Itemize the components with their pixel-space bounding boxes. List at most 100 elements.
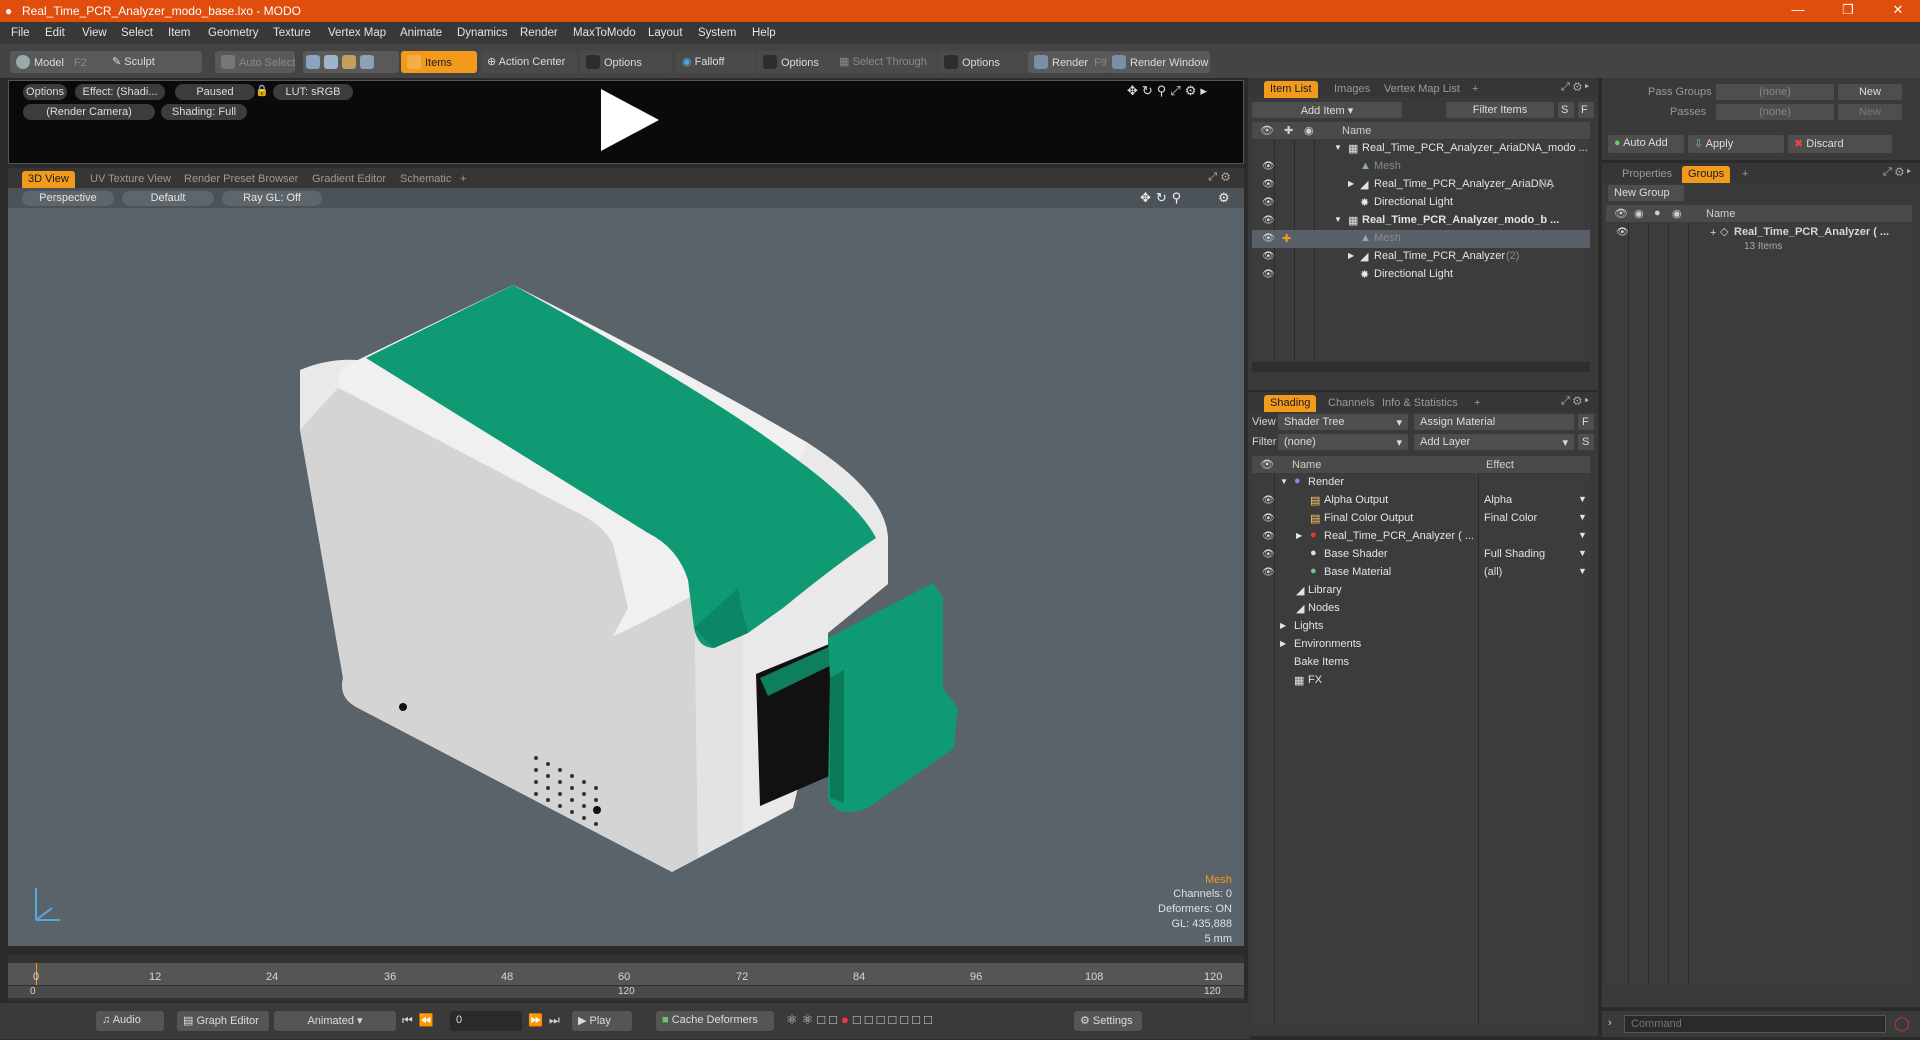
tab-item-list[interactable]: Item List	[1264, 81, 1318, 98]
preview-nav-icons[interactable]: ✥↻⚲⤢⚙▸	[1127, 83, 1211, 99]
list-item[interactable]: 👁 ▲ Mesh	[1252, 158, 1590, 176]
menu-view[interactable]: View	[82, 27, 107, 39]
tree-row[interactable]: Bake Items	[1252, 654, 1590, 672]
render-camera-dropdown[interactable]: (Render Camera)	[23, 104, 155, 120]
viewport-settings-icon[interactable]: ⚙	[1218, 190, 1230, 206]
menu-layout[interactable]: Layout	[648, 27, 683, 39]
add-layer-dropdown[interactable]: Add Layer ▾	[1414, 434, 1574, 450]
visibility-eye-icon[interactable]: 👁	[1262, 269, 1275, 280]
tree-row[interactable]: 👁 ▤ Final Color Output Final Color ▼	[1252, 510, 1590, 528]
lut-dropdown[interactable]: LUT: sRGB	[273, 84, 353, 100]
filter-toggle-button[interactable]: F	[1578, 102, 1594, 118]
new-group-button[interactable]: New Group	[1608, 185, 1684, 201]
effect-dropdown-arrow[interactable]: ▼	[1578, 566, 1587, 576]
tab-gradient-editor[interactable]: Gradient Editor	[306, 171, 392, 188]
panel-options-icon[interactable]: ⤢⚙▸	[1561, 81, 1592, 94]
visibility-eye-icon[interactable]: 👁	[1262, 215, 1275, 226]
name-column-header[interactable]: Name	[1292, 459, 1321, 471]
raygl-toggle[interactable]: Ray GL: Off	[222, 191, 322, 206]
tree-row[interactable]: ▦ FX	[1252, 672, 1590, 690]
list-item[interactable]: 👁 ▶ ◢ Real_Time_PCR_Analyzer_AriaDNA (2)	[1252, 176, 1590, 194]
tree-row[interactable]: 👁 ● Base Material (all) ▼	[1252, 564, 1590, 582]
panel-maximize-icon[interactable]: ⤢⚙	[1208, 171, 1234, 184]
expand-toggle[interactable]: ▶	[1348, 251, 1354, 260]
action-center-button[interactable]: ⊕ Action Center	[481, 51, 577, 73]
tab-shading[interactable]: Shading	[1264, 395, 1317, 412]
menu-dynamics[interactable]: Dynamics	[457, 27, 507, 39]
current-frame-input[interactable]: 0	[450, 1011, 522, 1031]
passes-dropdown[interactable]: (none)	[1716, 104, 1834, 120]
polygons-mode-icon[interactable]	[342, 55, 356, 69]
graph-editor-button[interactable]: ▤ Graph Editor	[177, 1011, 269, 1031]
visibility-eye-icon[interactable]: 👁	[1262, 495, 1275, 506]
visibility-eye-icon[interactable]: 👁	[1262, 233, 1275, 244]
visibility-eye-icon[interactable]: 👁	[1262, 513, 1275, 524]
settings-button[interactable]: ⚙ Settings	[1074, 1011, 1142, 1031]
expand-plus-icon[interactable]: +	[1710, 227, 1716, 239]
tab-vertex-map-list[interactable]: Vertex Map List	[1378, 81, 1466, 98]
tab-channels[interactable]: Channels	[1322, 395, 1380, 412]
tree-row[interactable]: ▶ Environments	[1252, 636, 1590, 654]
horizontal-scrollbar[interactable]	[1252, 362, 1590, 372]
menu-help[interactable]: Help	[752, 27, 776, 39]
falloff-button[interactable]: ◉ Falloff	[676, 51, 756, 73]
vertices-mode-icon[interactable]	[306, 55, 320, 69]
tree-row[interactable]: 👁 ● Base Shader Full Shading ▼	[1252, 546, 1590, 564]
view-type-dropdown[interactable]: Perspective	[22, 191, 114, 206]
effect-dropdown-arrow[interactable]: ▼	[1578, 494, 1587, 504]
tree-row[interactable]: ◢ Library	[1252, 582, 1590, 600]
visibility-eye-icon[interactable]: 👁	[1262, 549, 1275, 560]
name-column-header[interactable]: Name	[1342, 125, 1371, 137]
render-window-button[interactable]: Render Window	[1106, 51, 1210, 73]
list-item[interactable]: 👁 ✸ Directional Light	[1252, 194, 1590, 212]
materials-mode-icon[interactable]	[360, 55, 374, 69]
record-key-icons[interactable]: ⚛⚛□□●□□□□□□□	[786, 1012, 936, 1028]
prev-key-icons[interactable]: ⏮⏪	[402, 1013, 440, 1028]
apply-button[interactable]: ⇩ Apply	[1688, 135, 1784, 153]
select-through-button[interactable]: ▦ Select Through	[833, 51, 937, 73]
view-style-dropdown[interactable]: Default	[122, 191, 214, 206]
items-mode-button[interactable]: Items	[401, 51, 477, 73]
menu-select[interactable]: Select	[121, 27, 153, 39]
visibility-eye-icon[interactable]: 👁	[1262, 251, 1275, 262]
cache-deformers-button[interactable]: ■ Cache Deformers	[656, 1011, 774, 1031]
render-button[interactable]: Render F9	[1028, 51, 1108, 73]
add-tab-button[interactable]: +	[1736, 166, 1754, 183]
auto-select-button[interactable]: Auto Select	[215, 51, 295, 73]
filter-items-input[interactable]: Filter Items	[1446, 102, 1554, 118]
maximize-button[interactable]: ❐	[1828, 2, 1868, 20]
model-mode-button[interactable]: Model F2	[10, 51, 120, 73]
add-tab-button[interactable]: +	[454, 171, 472, 188]
tab-info-statistics[interactable]: Info & Statistics	[1376, 395, 1464, 412]
3d-viewport[interactable]: Perspective Default Ray GL: Off ✥↻⚲ ⚙ Me…	[8, 188, 1244, 946]
close-button[interactable]: ✕	[1878, 2, 1918, 20]
effect-column-header[interactable]: Effect	[1486, 459, 1514, 471]
command-stop-icon[interactable]: ◯	[1894, 1015, 1910, 1032]
tab-render-preset-browser[interactable]: Render Preset Browser	[178, 171, 304, 188]
panel-options-icon[interactable]: ⤢⚙▸	[1883, 166, 1914, 179]
menu-item[interactable]: Item	[168, 27, 190, 39]
effect-dropdown-arrow[interactable]: ▼	[1578, 530, 1587, 540]
group-item-label[interactable]: Real_Time_PCR_Analyzer ( ...	[1734, 226, 1889, 238]
tab-3d-view[interactable]: 3D View	[22, 171, 75, 188]
timeline-ruler[interactable]: 0 12 24 36 48 60 72 84 96 108 120	[8, 963, 1244, 985]
options-button-3[interactable]: Options	[938, 51, 1028, 73]
expand-toggle[interactable]: ▶	[1348, 179, 1354, 188]
preview-options-button[interactable]: Options	[23, 84, 67, 100]
visibility-eye-icon[interactable]: 👁	[1262, 179, 1275, 190]
menu-file[interactable]: File	[11, 27, 30, 39]
options-button-2[interactable]: Options	[757, 51, 843, 73]
paused-toggle[interactable]: Paused	[175, 84, 255, 100]
effect-dropdown[interactable]: Effect: (Shadi...	[75, 84, 165, 100]
menu-edit[interactable]: Edit	[45, 27, 65, 39]
next-key-icons[interactable]: ⏩⏭	[528, 1013, 566, 1028]
tree-row[interactable]: ◢ Nodes	[1252, 600, 1590, 618]
tree-row[interactable]: 👁 ▶ ● Real_Time_PCR_Analyzer ( ... ▼	[1252, 528, 1590, 546]
shader-tree-dropdown[interactable]: Shader Tree ▾	[1278, 414, 1408, 430]
name-column-header[interactable]: Name	[1706, 208, 1735, 220]
expand-toggle[interactable]: ▼	[1334, 143, 1342, 152]
filter-dropdown[interactable]: (none) ▾	[1278, 434, 1408, 450]
add-tab-button[interactable]: +	[1466, 81, 1484, 98]
list-item[interactable]: 👁 ▼ ▦ Real_Time_PCR_Analyzer_modo_b ...	[1252, 212, 1590, 230]
assign-material-button[interactable]: Assign Material	[1414, 414, 1574, 430]
